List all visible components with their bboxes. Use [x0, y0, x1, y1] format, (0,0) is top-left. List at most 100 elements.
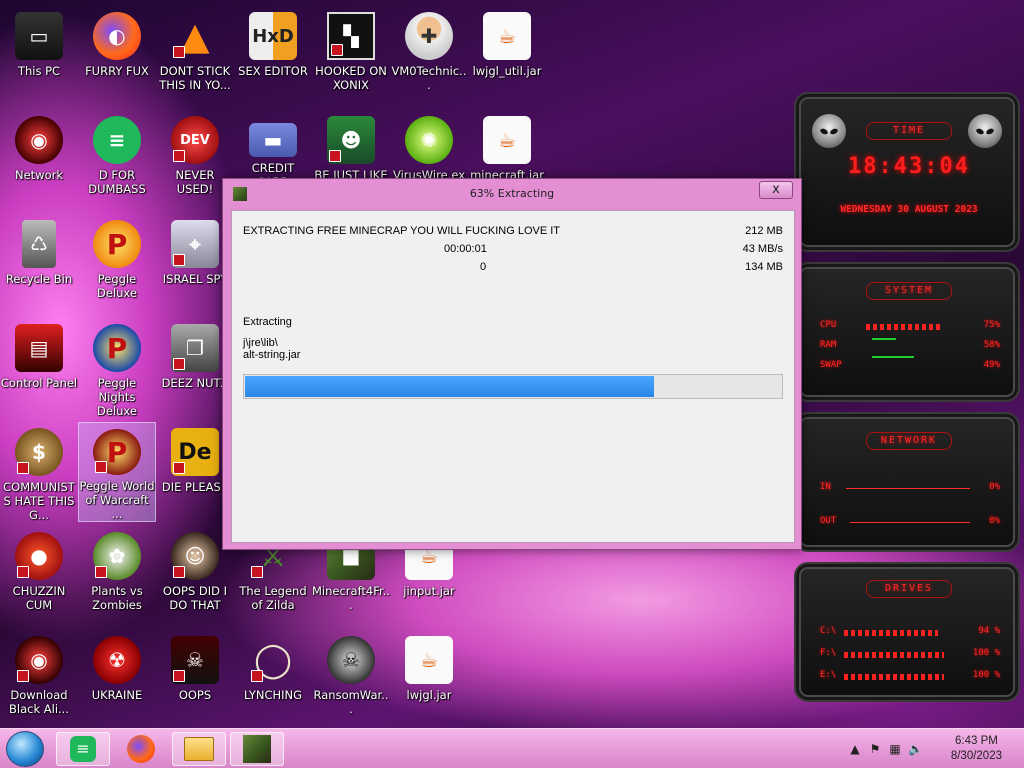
money-bag-icon: $ — [15, 428, 63, 476]
desktop-icon-ukraine[interactable]: ☢ UKRAINE — [78, 630, 156, 730]
drive-c-label: C:\ — [820, 626, 837, 636]
taskbar-minecraft[interactable] — [230, 732, 284, 766]
desktop-icon-label: Peggle Nights Deluxe — [97, 376, 137, 418]
alien-head-icon — [812, 114, 846, 148]
volume-icon[interactable]: 🔈 — [908, 742, 923, 756]
file-explorer-icon — [184, 737, 214, 761]
desktop-icon-recycle-bin[interactable]: ♺ Recycle Bin — [0, 214, 78, 314]
drive-e-label: E:\ — [820, 670, 837, 680]
desktop-icon-label: Network — [14, 168, 64, 182]
desktop-icon-label: Peggle Deluxe — [97, 272, 137, 300]
firefox-icon: ◐ — [93, 12, 141, 60]
swap-value: 49% — [983, 360, 1000, 370]
desktop-icon-label: DEEZ NUTZ — [161, 376, 229, 390]
desktop-icon-network[interactable]: ◉ Network — [0, 110, 78, 210]
taskbar-green-chat[interactable]: ≡ — [56, 732, 110, 766]
progress-fill — [245, 376, 654, 397]
taskbar-date: 8/30/2023 — [950, 750, 1002, 762]
desktop-icon-label: SEX EDITOR — [238, 64, 308, 78]
action-center-flag-icon[interactable]: ⚑ — [868, 742, 882, 756]
drive-f-bar — [844, 652, 944, 658]
control-panel-icon: ▤ — [15, 324, 63, 372]
dialog-titlebar[interactable]: 63% Extracting x — [223, 179, 801, 209]
desktop-icon-label: lwjgl_util.jar — [472, 64, 542, 78]
desktop-icon-peggle-nights[interactable]: P Peggle Nights Deluxe — [78, 318, 156, 418]
desktop-icon-label: The Legend of Zilda — [239, 584, 307, 612]
desktop-icon-sex-editor[interactable]: HxD SEX EDITOR — [234, 6, 312, 106]
system-monitor-widget: TIME 18:43:04 WEDNESDAY 30 AUGUST 2023 S… — [790, 92, 1024, 712]
extracting-dialog: 63% Extracting x EXTRACTING FREE MINECRA… — [222, 178, 802, 550]
noose-icon: ◯ — [249, 636, 297, 684]
taskbar-file-explorer[interactable] — [172, 732, 226, 766]
desktop-icon-label: FURRY FUX — [85, 64, 149, 78]
portrait-icon: ☺ — [171, 532, 219, 580]
desktop-icon-label: HOOKED ON XONIX — [315, 64, 387, 92]
desktop-icon-oops[interactable]: ☠ OOPS — [156, 630, 234, 730]
chuzzle-icon: ● — [15, 532, 63, 580]
network-title: NETWORK — [866, 432, 952, 450]
peggle-wow-icon: P — [93, 429, 141, 475]
desktop-icon-this-pc[interactable]: ▭ This PC — [0, 6, 78, 106]
drive-c-row: C:\ 94 % — [820, 626, 1000, 640]
desktop-icon-lwjgl-util[interactable]: ☕ lwjgl_util.jar — [468, 6, 546, 106]
java-icon: ☕ — [405, 636, 453, 684]
desktop-icon-label: Download Black Ali... — [9, 688, 69, 716]
desktop-icon-peggle-wow[interactable]: P Peggle World of Warcraft ... — [78, 422, 156, 522]
desktop-icon-peggle-deluxe[interactable]: P Peggle Deluxe — [78, 214, 156, 314]
desktop-icon-label: OOPS DID I DO THAT — [162, 584, 228, 612]
desktop-icon-label: This PC — [17, 64, 61, 78]
recycle-bin-icon: ♺ — [22, 220, 56, 268]
desktop-icon-communists[interactable]: $ COMMUNISTS HATE THIS G... — [0, 422, 78, 522]
net-in-graph — [846, 488, 970, 489]
desktop-icon-chuzzin[interactable]: ● CHUZZIN CUM — [0, 526, 78, 626]
network-panel: NETWORK IN 0% OUT 0% — [794, 412, 1020, 552]
desktop-icon-dont-stick[interactable]: ▲ DONT STICK THIS IN YO... — [156, 6, 234, 106]
show-hidden-icons-icon[interactable]: ▲ — [848, 742, 862, 756]
desktop-icon-label: jinput.jar — [403, 584, 455, 598]
radiation-icon: ☢ — [93, 636, 141, 684]
net-out-row: OUT 0% — [820, 516, 1000, 530]
desktop-icon-plants-vs-zombies[interactable]: ✿ Plants vs Zombies — [78, 526, 156, 626]
desktop-icon-label: Peggle World of Warcraft ... — [79, 479, 155, 521]
drive-c-bar — [844, 630, 938, 636]
current-file: alt-string.jar — [243, 349, 301, 361]
desktop-icon-label: Recycle Bin — [5, 272, 73, 286]
desktop-icon-ransomware[interactable]: ☠ RansomWar... — [312, 630, 390, 730]
dialog-content: EXTRACTING FREE MINECRAP YOU WILL FUCKIN… — [231, 210, 795, 543]
desktop-icon-lynching[interactable]: ◯ LYNCHING — [234, 630, 312, 730]
desktop-icon-label: RansomWar... — [313, 688, 389, 716]
cpu-value: 75% — [983, 320, 1000, 330]
remaining-count: 0 — [480, 261, 487, 273]
java-icon: ☕ — [483, 116, 531, 164]
close-button[interactable]: x — [759, 181, 793, 199]
status-label: Extracting — [243, 316, 292, 328]
lime-icon: ✺ — [405, 116, 453, 164]
xonix-game-icon: ▚ — [327, 12, 375, 60]
desktop-icon-vm0technic[interactable]: ✚ VM0Technic... — [390, 6, 468, 106]
net-out-label: OUT — [820, 516, 837, 526]
net-out-graph — [850, 522, 970, 523]
widget-date: WEDNESDAY 30 AUGUST 2023 — [840, 204, 978, 215]
start-button[interactable] — [6, 731, 44, 767]
desktop-icon-download-black-alien[interactable]: ◉ Download Black Ali... — [0, 630, 78, 730]
desktop-icon-control-panel[interactable]: ▤ Control Panel — [0, 318, 78, 418]
cpu-row: CPU 75% — [820, 320, 1000, 334]
system-panel: SYSTEM CPU 75% RAM 58% SWAP 49% — [794, 262, 1020, 402]
doctor-avatar-icon: ✚ — [405, 12, 453, 60]
network-icon[interactable]: ▦ — [888, 742, 902, 756]
santa-elf-icon: ☻ — [327, 116, 375, 164]
net-in-row: IN 0% — [820, 482, 1000, 496]
taskbar-firefox[interactable] — [114, 732, 168, 766]
taskbar-clock[interactable]: 6:43 PM 8/30/2023 — [951, 734, 1002, 764]
de-icon: De — [171, 428, 219, 476]
green-chat-icon: ≡ — [93, 116, 141, 164]
system-tray: ▲ ⚑ ▦ 🔈 6:43 PM 8/30/2023 — [844, 729, 1024, 768]
desktop-icon-lwjgl[interactable]: ☕ lwjgl.jar — [390, 630, 468, 730]
desktop-icon-furry-fux[interactable]: ◐ FURRY FUX — [78, 6, 156, 106]
credit-card-icon: ▬ — [249, 123, 297, 157]
desktop-icon-d-for-dumbass[interactable]: ≡ D FOR DUMBASS — [78, 110, 156, 210]
alien-head-icon — [968, 114, 1002, 148]
swap-row: SWAP 49% — [820, 360, 1000, 374]
desktop-icon-hooked-on-xonix[interactable]: ▚ HOOKED ON XONIX — [312, 6, 390, 106]
desktop-icon-label: DONT STICK THIS IN YO... — [159, 64, 231, 92]
